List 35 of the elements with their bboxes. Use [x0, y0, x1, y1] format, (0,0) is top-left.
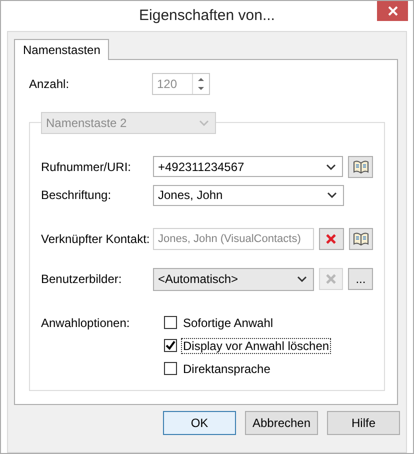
browse-button[interactable]: ...: [348, 268, 373, 290]
checkbox[interactable]: [164, 362, 177, 376]
address-book-button[interactable]: [348, 228, 374, 250]
remove-button[interactable]: [319, 228, 344, 250]
field-label: Verknüpfter Kontakt:: [41, 232, 151, 246]
options-label: Anwahloptionen:: [41, 316, 131, 330]
field-label: Rufnummer/URI:: [41, 160, 132, 174]
x-icon: [325, 232, 338, 245]
chevron-icon: [327, 192, 337, 198]
book-icon: [352, 232, 369, 246]
checkbox-label[interactable]: Display vor Anwahl löschen: [181, 338, 332, 354]
tab[interactable]: Namenstasten: [14, 38, 110, 60]
book-icon: [352, 160, 369, 174]
combo-box[interactable]: +492311234567: [153, 156, 344, 178]
text-field[interactable]: Jones, John (VisualContacts): [153, 228, 314, 250]
checkbox-label[interactable]: Direktansprache: [181, 360, 272, 377]
address-book-button[interactable]: [348, 156, 373, 178]
checkbox[interactable]: [164, 316, 177, 330]
dialog-button[interactable]: OK: [163, 410, 236, 435]
chevron-icon: [326, 164, 336, 170]
combo-box[interactable]: Jones, John: [153, 184, 344, 206]
chevron-icon: [296, 276, 307, 282]
combo-box[interactable]: <Automatisch>: [153, 268, 314, 291]
close-icon: [388, 6, 398, 16]
field-label: Benutzerbilder:: [41, 272, 123, 286]
field-label: Anzahl:: [29, 76, 70, 91]
chevron-icon: [199, 120, 209, 126]
checkbox-label[interactable]: Sofortige Anwahl: [181, 314, 276, 331]
dialog-button[interactable]: Abbrechen: [245, 410, 318, 435]
close-button[interactable]: [377, 1, 408, 21]
field-label: Beschriftung:: [41, 188, 112, 202]
dialog-button[interactable]: Hilfe: [327, 410, 400, 435]
x-icon: [325, 273, 338, 286]
window-title: Eigenschaften von...: [139, 7, 275, 24]
checkbox[interactable]: [164, 339, 177, 352]
